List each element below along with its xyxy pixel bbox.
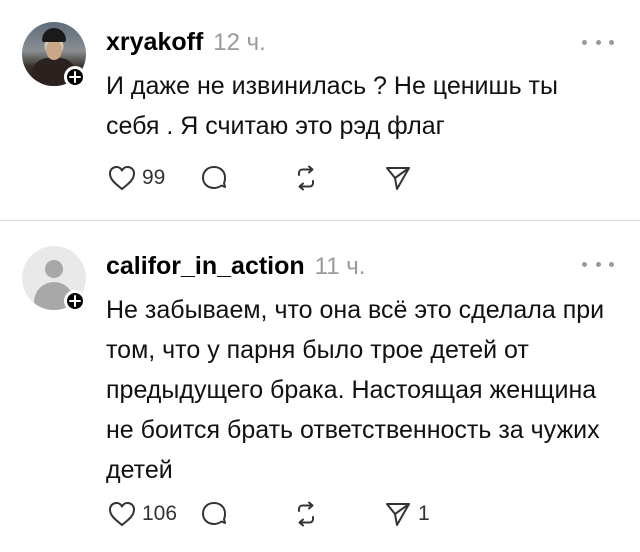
avatar-container[interactable] (22, 22, 86, 88)
heart-icon (109, 166, 135, 190)
avatar-hat (42, 28, 66, 42)
like-count: 106 (142, 502, 178, 525)
avatar-container[interactable] (22, 246, 86, 312)
avatar-face (46, 40, 62, 60)
username[interactable]: califor_in_action (106, 252, 305, 281)
comment-text: Не забываем, что она всё это сделала при… (106, 296, 605, 484)
comment-post: xryakoff 12 ч. И даже не извинилась ? Не… (0, 0, 640, 220)
share-count: 1 (418, 502, 430, 525)
comment-button[interactable] (198, 162, 290, 194)
heart-icon (109, 502, 135, 526)
more-dots-icon[interactable] (582, 254, 614, 274)
repost-icon (298, 165, 314, 191)
action-bar: 106 1 (106, 494, 474, 534)
plus-icon (69, 71, 81, 83)
share-button[interactable]: 1 (382, 498, 474, 530)
repost-icon (298, 501, 314, 527)
comment-text: И даже не извинилась ? Не ценишь ты себя… (106, 72, 558, 140)
repost-button[interactable] (290, 498, 382, 530)
divider (0, 220, 640, 221)
dot (595, 39, 601, 45)
dot (595, 261, 601, 267)
share-button[interactable] (382, 162, 474, 194)
follow-button[interactable] (64, 66, 86, 88)
default-avatar-head (45, 260, 63, 278)
dot (609, 261, 614, 267)
timestamp: 11 ч. (314, 253, 366, 280)
dot (582, 39, 587, 45)
post-meta: xryakoff 12 ч. (106, 28, 266, 58)
comment-bubble-icon (202, 502, 226, 525)
comment-post: califor_in_action 11 ч. Не забываем, что… (0, 222, 640, 552)
action-bar: 99 (106, 158, 474, 198)
comment-button[interactable] (198, 498, 290, 530)
send-icon (386, 503, 410, 526)
post-meta: califor_in_action 11 ч. (106, 252, 365, 282)
more-dots-icon[interactable] (582, 32, 614, 52)
like-count: 99 (142, 166, 166, 189)
follow-button[interactable] (64, 290, 86, 312)
like-button[interactable]: 99 (106, 162, 198, 194)
send-icon (386, 167, 410, 190)
plus-icon (69, 295, 81, 307)
dot (609, 39, 614, 45)
timestamp: 12 ч. (213, 29, 266, 56)
repost-button[interactable] (290, 162, 382, 194)
like-button[interactable]: 106 (106, 498, 198, 530)
username[interactable]: xryakoff (106, 28, 203, 57)
comment-bubble-icon (202, 166, 226, 189)
dot (582, 261, 587, 267)
